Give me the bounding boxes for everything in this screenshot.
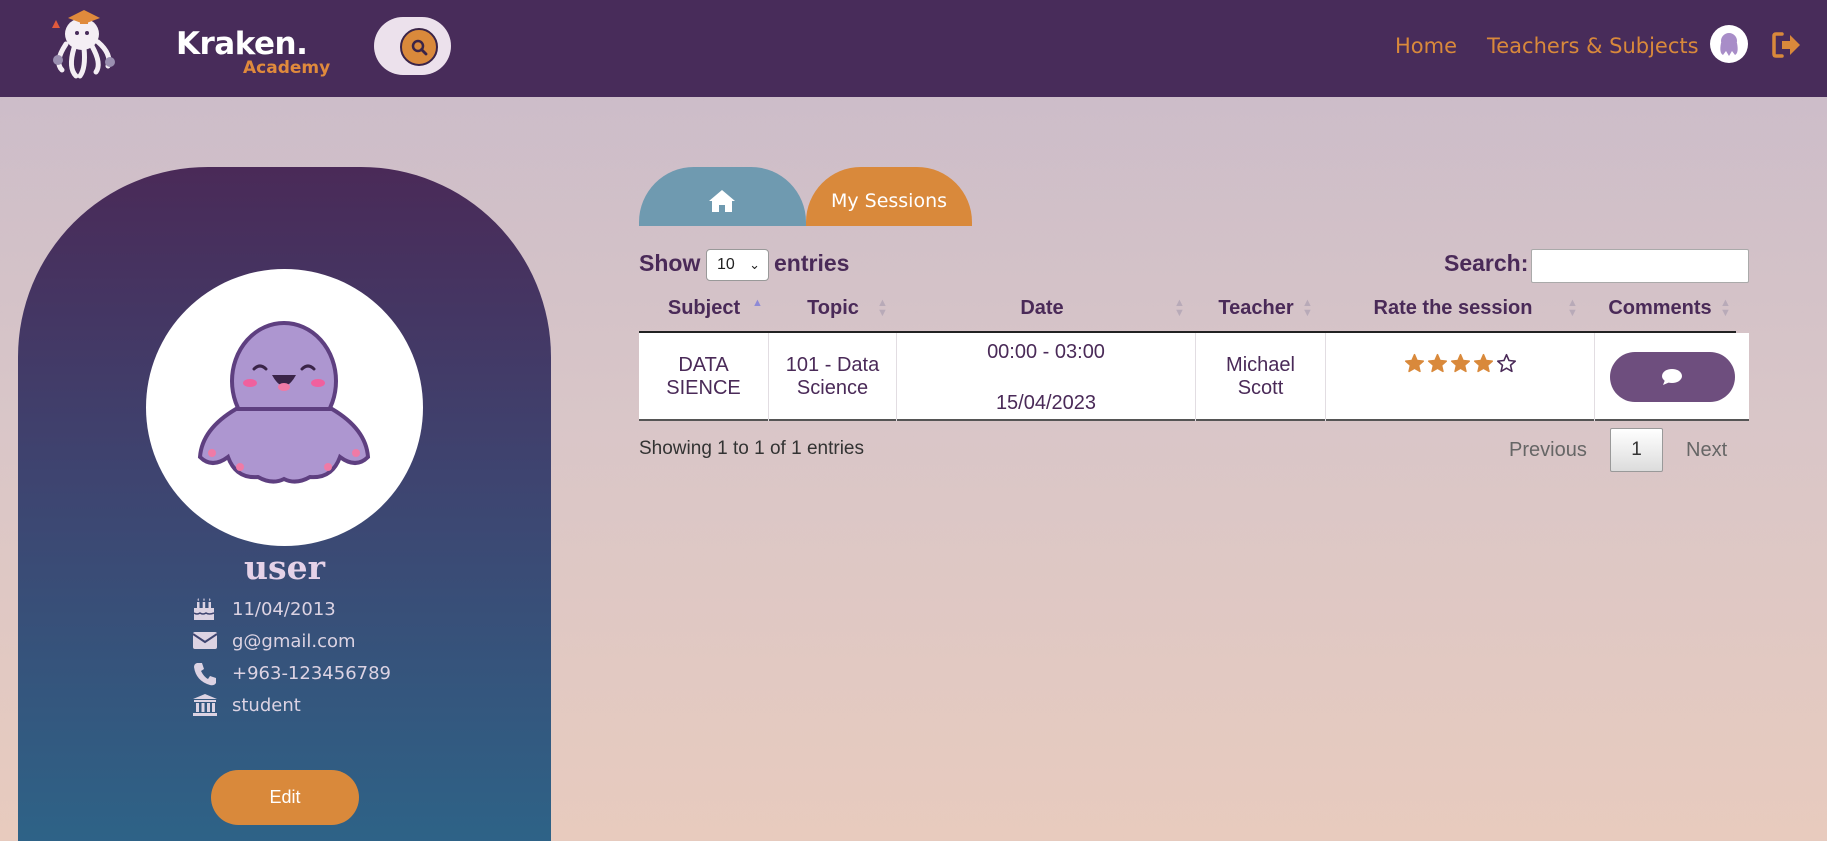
- pagination-next[interactable]: Next: [1686, 439, 1727, 462]
- star-filled-icon[interactable]: [1450, 353, 1471, 374]
- table-info: Showing 1 to 1 of 1 entries: [639, 438, 864, 459]
- cell-date: 00:00 - 03:00 15/04/2023: [897, 333, 1196, 421]
- session-time: 00:00 - 03:00: [987, 341, 1105, 363]
- show-label: Show: [639, 250, 701, 276]
- brand-subtitle: Academy: [243, 58, 331, 78]
- phone-icon: [194, 663, 216, 686]
- cell-subject: DATA SIENCE: [639, 333, 769, 421]
- octopus-logo-icon: [52, 10, 115, 79]
- brand-name: Kraken.: [176, 26, 308, 62]
- star-filled-icon[interactable]: [1427, 353, 1448, 374]
- column-header-teacher[interactable]: Teacher: [1196, 297, 1316, 320]
- institution-icon: [193, 694, 217, 716]
- profile-username: user: [244, 548, 325, 587]
- page-size-value: 10: [717, 256, 735, 273]
- star-empty-icon[interactable]: [1496, 353, 1517, 374]
- subject-line-1: DATA: [678, 354, 729, 376]
- search-toggle[interactable]: [374, 17, 451, 75]
- nav-home-link[interactable]: Home: [1395, 34, 1457, 58]
- tab-my-sessions[interactable]: My Sessions: [806, 167, 972, 226]
- teacher-line-1: Michael: [1226, 354, 1295, 376]
- page-size-select[interactable]: 10 ⌄: [706, 249, 769, 281]
- chevron-down-icon: ⌄: [749, 257, 760, 272]
- pagination-previous[interactable]: Previous: [1509, 439, 1587, 462]
- kraken-logo[interactable]: Kraken. Academy: [50, 6, 330, 82]
- nav-teachers-subjects-link[interactable]: Teachers & Subjects: [1487, 34, 1699, 58]
- page-size-control: Show 10 ⌄ entries: [639, 249, 849, 281]
- edit-profile-button[interactable]: Edit: [211, 770, 359, 825]
- search-icon: [411, 39, 428, 56]
- table-search-input[interactable]: [1531, 249, 1749, 283]
- session-rating-stars[interactable]: [1404, 353, 1517, 374]
- star-filled-icon[interactable]: [1404, 353, 1425, 374]
- cell-comments: [1595, 333, 1749, 421]
- sort-asc-icon: ▲: [752, 297, 763, 309]
- search-label: Search:: [1444, 250, 1529, 276]
- teacher-line-2: Scott: [1237, 377, 1284, 399]
- sort-icon: ▲ ▼: [1567, 297, 1578, 319]
- cell-teacher: Michael Scott: [1196, 333, 1326, 421]
- logout-button[interactable]: [1772, 32, 1802, 63]
- table-row: DATA SIENCE 101 - Data Science 00:00 - 0…: [639, 333, 1749, 421]
- sign-out-icon: [1772, 32, 1800, 58]
- column-header-comments[interactable]: Comments: [1595, 297, 1725, 320]
- comment-button[interactable]: [1609, 352, 1735, 402]
- top-navbar: Kraken. Academy Home Teachers & Subjects: [0, 0, 1827, 97]
- topic-line-2: Science: [796, 377, 869, 399]
- profile-avatar: [146, 269, 423, 546]
- topic-line-1: 101 - Data: [785, 354, 880, 376]
- tab-home[interactable]: [639, 167, 806, 226]
- pagination-page-1[interactable]: 1: [1610, 428, 1663, 472]
- profile-email: g@gmail.com: [232, 631, 356, 652]
- comment-icon: [1662, 369, 1682, 385]
- octopus-mascot-icon: [197, 321, 371, 484]
- subject-line-2: SIENCE: [666, 377, 741, 399]
- entries-label: entries: [774, 250, 850, 276]
- star-filled-icon[interactable]: [1473, 353, 1494, 374]
- column-header-subject[interactable]: Subject: [639, 297, 769, 320]
- sort-icon: ▲ ▼: [877, 297, 888, 319]
- search-button[interactable]: [400, 28, 438, 66]
- profile-birthdate: 11/04/2013: [232, 599, 336, 620]
- birthday-cake-icon: [193, 598, 215, 620]
- user-avatar[interactable]: [1710, 25, 1748, 63]
- home-icon: [709, 190, 735, 212]
- profile-card: user 11/04/2013 g@gmail.com +963-1234567…: [18, 167, 551, 841]
- sort-icon: ▲ ▼: [1720, 297, 1731, 319]
- session-date: 15/04/2023: [995, 392, 1097, 414]
- sort-icon: ▲ ▼: [1174, 297, 1185, 319]
- profile-phone: +963-123456789: [232, 663, 392, 684]
- column-header-date[interactable]: Date: [897, 297, 1187, 320]
- cell-rating: [1326, 333, 1595, 421]
- sort-icon: ▲ ▼: [1302, 297, 1313, 319]
- envelope-icon: [192, 632, 218, 649]
- octopus-avatar-icon: [1720, 33, 1738, 56]
- column-header-rating[interactable]: Rate the session: [1326, 297, 1580, 320]
- profile-role: student: [232, 695, 301, 716]
- cell-topic: 101 - Data Science: [769, 333, 897, 421]
